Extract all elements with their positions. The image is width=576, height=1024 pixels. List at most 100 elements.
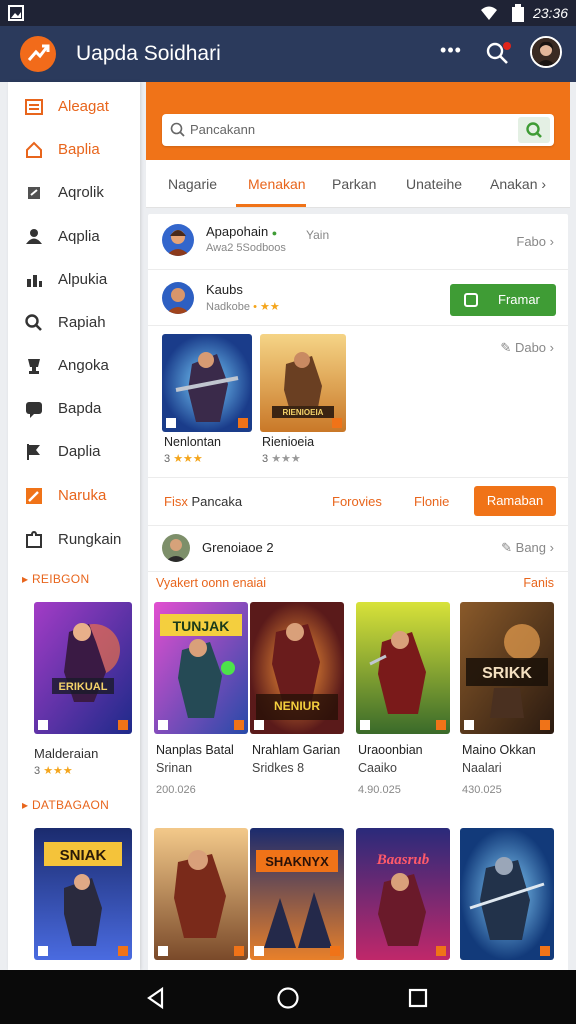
item-link[interactable]: Fabo › bbox=[516, 234, 554, 249]
game-art-icon: Baasrub bbox=[356, 828, 450, 960]
sidebar-game-card-2[interactable]: SNIAK bbox=[34, 828, 132, 960]
tab-bar: Nagarie Menakan Parkan Unateihe Anakan › bbox=[146, 160, 570, 208]
game-card[interactable] bbox=[162, 334, 252, 432]
list-icon bbox=[25, 99, 43, 115]
tab-nagarie[interactable]: Nagarie bbox=[168, 176, 217, 192]
sidebar-item-angoka[interactable]: Angoka bbox=[8, 349, 140, 383]
avatar-icon bbox=[162, 282, 194, 314]
chevron-right-icon: › bbox=[549, 540, 554, 555]
section-link[interactable]: Fanis bbox=[523, 576, 554, 590]
tab-anakan[interactable]: Anakan › bbox=[490, 176, 546, 192]
search-icon bbox=[25, 314, 42, 331]
game-subtitle: Caaiko bbox=[358, 761, 397, 775]
app-logo[interactable] bbox=[20, 36, 56, 72]
sidebar-item-aqplia[interactable]: Aqplia bbox=[8, 220, 140, 254]
sidebar-item-label: Alpukia bbox=[58, 271, 108, 288]
sidebar-item-rungkain[interactable]: Rungkain bbox=[8, 523, 140, 557]
wifi-icon bbox=[481, 6, 497, 20]
row-link[interactable]: ✎ Dabo › bbox=[500, 340, 554, 356]
filter-option[interactable]: Flonie bbox=[414, 494, 449, 509]
game-card[interactable] bbox=[356, 602, 450, 734]
list-item[interactable]: Grenoiaoe 2 ✎ Bang › bbox=[148, 526, 568, 572]
filter-option[interactable]: Forovies bbox=[332, 494, 382, 509]
triangle-icon: ▸ bbox=[22, 572, 32, 586]
svg-text:NENIUR: NENIUR bbox=[274, 699, 320, 713]
game-card[interactable]: SRIKK bbox=[460, 602, 554, 734]
sidebar-item-rapiah[interactable]: Rapiah bbox=[8, 306, 140, 340]
game-subtitle: Sridkes 8 bbox=[252, 761, 305, 775]
section-title: Vyakert oonn enaiai bbox=[156, 576, 267, 590]
search-icon bbox=[526, 122, 542, 138]
game-row: RIENIOEIA Nenlontan 3 ★★★ Rienioeia 3 ★★… bbox=[148, 326, 568, 478]
sidebar-item-naruka[interactable]: Naruka bbox=[8, 479, 140, 513]
tab-unateihe[interactable]: Unateihe bbox=[406, 176, 462, 192]
sidebar-item-aqrolik[interactable]: Aqrolik bbox=[8, 176, 140, 210]
gallery-icon bbox=[8, 5, 24, 21]
game-card[interactable]: Baasrub bbox=[356, 828, 450, 960]
sidebar: Aleagat Baplia Aqrolik Aqplia Alpukia Rapiah A… bbox=[8, 82, 140, 970]
home-icon[interactable] bbox=[274, 984, 302, 1012]
svg-text:SHAKNYX: SHAKNYX bbox=[265, 854, 329, 869]
search-header: Pancakann bbox=[146, 82, 570, 160]
sidebar-item-label: Daplia bbox=[58, 443, 101, 460]
sidebar-item-daplia[interactable]: Daplia bbox=[8, 435, 140, 469]
tab-menakan[interactable]: Menakan bbox=[248, 176, 306, 192]
avatar-icon bbox=[162, 224, 194, 256]
puzzle-icon bbox=[26, 530, 42, 548]
sidebar-item-bapda[interactable]: Bapda bbox=[8, 392, 140, 426]
sidebar-item-label: Aleagat bbox=[58, 98, 109, 115]
user-avatar[interactable] bbox=[530, 36, 562, 68]
game-art-icon bbox=[356, 602, 450, 734]
game-art-icon bbox=[162, 334, 252, 432]
list-item[interactable]: Kaubs Nadkobe • ★★ Framar bbox=[148, 270, 568, 326]
download-icon bbox=[464, 293, 478, 307]
tab-parkan[interactable]: Parkan bbox=[332, 176, 376, 192]
game-card[interactable] bbox=[154, 828, 248, 960]
sidebar-item-aleagat[interactable]: Aleagat bbox=[8, 90, 140, 124]
svg-text:TUNJAK: TUNJAK bbox=[173, 618, 230, 634]
sidebar-item-label: Aqplia bbox=[58, 228, 100, 245]
recents-icon[interactable] bbox=[404, 984, 432, 1012]
back-icon[interactable] bbox=[142, 984, 170, 1012]
item-link[interactable]: ✎ Bang › bbox=[501, 540, 554, 556]
edit-icon bbox=[26, 488, 42, 504]
filter-row: Fisx Pancaka Forovies Flonie Ramaban bbox=[148, 478, 568, 526]
game-price: 430.025 bbox=[462, 784, 502, 796]
item-title: Kaubs bbox=[206, 282, 243, 297]
game-card[interactable]: RIENIOEIA bbox=[260, 334, 346, 432]
list-item[interactable]: Apapohain ● Awa2 5Sodboos Yain Fabo › bbox=[148, 214, 568, 270]
rating-stars: ★★★ bbox=[43, 765, 73, 777]
sidebar-item-baplia[interactable]: Baplia bbox=[8, 133, 140, 167]
notification-dot bbox=[503, 42, 511, 50]
game-title: Nenlontan bbox=[164, 435, 221, 449]
apply-button[interactable]: Ramaban bbox=[474, 486, 556, 516]
game-card[interactable]: NENIUR bbox=[250, 602, 344, 734]
svg-text:ERIKUAL: ERIKUAL bbox=[59, 681, 108, 693]
chevron-right-icon: › bbox=[541, 176, 547, 192]
chart-icon bbox=[27, 275, 42, 287]
game-card[interactable]: TUNJAK bbox=[154, 602, 248, 734]
search-field[interactable]: Pancakann bbox=[162, 114, 554, 146]
search-submit-button[interactable] bbox=[518, 117, 550, 143]
item-title: Grenoiaoe 2 bbox=[202, 540, 274, 555]
game-card[interactable] bbox=[460, 828, 554, 960]
search-button[interactable] bbox=[484, 40, 512, 68]
app-bar: Uapda Soidhari ••• bbox=[0, 26, 576, 82]
install-button[interactable]: Framar bbox=[450, 284, 556, 316]
trophy-icon bbox=[28, 359, 40, 374]
active-tab-indicator bbox=[236, 204, 306, 207]
game-art-icon: NENIUR bbox=[250, 602, 344, 734]
sidebar-item-alpukia[interactable]: Alpukia bbox=[8, 263, 140, 297]
svg-text:SNIAK: SNIAK bbox=[60, 847, 107, 864]
avatar bbox=[162, 224, 194, 256]
chat-icon bbox=[26, 402, 42, 418]
sidebar-game-card[interactable]: ERIKUAL bbox=[34, 602, 132, 734]
filter-label: Fisx Pancaka bbox=[164, 494, 243, 509]
more-icon[interactable]: ••• bbox=[436, 40, 466, 64]
sidebar-item-label: Bapda bbox=[58, 400, 102, 417]
svg-text:SRIKK: SRIKK bbox=[482, 665, 532, 682]
game-art-icon bbox=[460, 828, 554, 960]
game-card[interactable]: SHAKNYX bbox=[250, 828, 344, 960]
game-subtitle: Naalari bbox=[462, 761, 502, 775]
avatar-icon bbox=[162, 534, 190, 562]
